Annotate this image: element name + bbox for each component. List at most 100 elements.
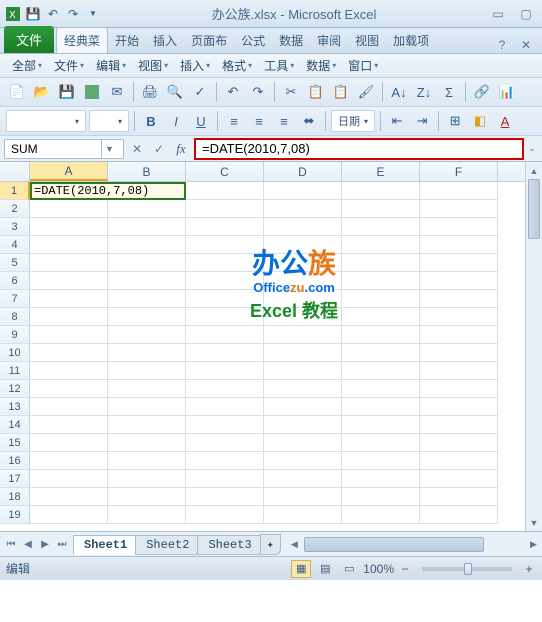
row-header-19[interactable]: 19 <box>0 506 30 524</box>
cell[interactable] <box>342 182 420 200</box>
menu-data[interactable]: 数据▾ <box>300 55 342 76</box>
cell[interactable] <box>30 200 108 218</box>
cell[interactable] <box>264 218 342 236</box>
row-header-7[interactable]: 7 <box>0 290 30 308</box>
cell[interactable] <box>186 344 264 362</box>
nav-last-icon[interactable]: ⏭ <box>54 536 70 552</box>
cell[interactable] <box>264 488 342 506</box>
sort-desc-icon[interactable]: Z↓ <box>413 81 435 103</box>
formula-expand-icon[interactable]: ⌄ <box>524 139 540 159</box>
cell[interactable] <box>420 218 498 236</box>
cell[interactable] <box>108 362 186 380</box>
cell[interactable] <box>342 362 420 380</box>
row-header-15[interactable]: 15 <box>0 434 30 452</box>
cell[interactable] <box>264 290 342 308</box>
cell[interactable] <box>30 290 108 308</box>
cell[interactable] <box>108 290 186 308</box>
cell[interactable] <box>420 308 498 326</box>
paste-icon[interactable]: 📋 <box>330 81 352 103</box>
scroll-up-icon[interactable]: ▲ <box>526 162 542 179</box>
cell[interactable] <box>420 254 498 272</box>
fx-icon[interactable]: fx <box>172 140 190 158</box>
new-icon[interactable]: 📄 <box>6 81 28 103</box>
cell[interactable] <box>186 362 264 380</box>
zoom-out-icon[interactable]: − <box>398 562 412 576</box>
sort-asc-icon[interactable]: A↓ <box>388 81 410 103</box>
tab-addins[interactable]: 加载项 <box>386 28 436 53</box>
cell[interactable] <box>186 308 264 326</box>
cell[interactable] <box>342 344 420 362</box>
new-sheet-icon[interactable]: ✦ <box>260 534 281 555</box>
cell[interactable] <box>342 470 420 488</box>
cell[interactable] <box>420 488 498 506</box>
accept-formula-icon[interactable]: ✓ <box>150 140 168 158</box>
cell[interactable] <box>420 452 498 470</box>
cell[interactable] <box>186 380 264 398</box>
cell[interactable] <box>342 488 420 506</box>
cell[interactable] <box>108 218 186 236</box>
cell[interactable] <box>186 218 264 236</box>
cell[interactable] <box>264 182 342 200</box>
row-header-13[interactable]: 13 <box>0 398 30 416</box>
menu-format[interactable]: 格式▾ <box>216 55 258 76</box>
cell[interactable] <box>264 380 342 398</box>
col-header-a[interactable]: A <box>30 162 108 181</box>
cell[interactable] <box>342 290 420 308</box>
cell[interactable] <box>264 236 342 254</box>
cell[interactable] <box>30 254 108 272</box>
page-break-view-icon[interactable]: ▭ <box>339 560 359 578</box>
col-header-d[interactable]: D <box>264 162 342 181</box>
cell[interactable] <box>264 254 342 272</box>
cell[interactable] <box>186 434 264 452</box>
cell[interactable] <box>186 290 264 308</box>
cell[interactable] <box>186 506 264 524</box>
sheet-tab-2[interactable]: Sheet2 <box>135 535 200 555</box>
cell[interactable] <box>420 416 498 434</box>
col-header-b[interactable]: B <box>108 162 186 181</box>
redo-icon[interactable]: ↷ <box>247 81 269 103</box>
sheet-tab-3[interactable]: Sheet3 <box>197 535 262 555</box>
font-size-selector[interactable]: ▾ <box>89 110 129 132</box>
indent-dec-icon[interactable]: ⇤ <box>386 110 408 132</box>
number-format-selector[interactable]: 日期▾ <box>331 110 375 132</box>
cell[interactable] <box>186 326 264 344</box>
cell[interactable] <box>186 272 264 290</box>
font-selector[interactable]: ▾ <box>6 110 86 132</box>
row-header-12[interactable]: 12 <box>0 380 30 398</box>
nav-next-icon[interactable]: ▶ <box>37 536 53 552</box>
row-header-10[interactable]: 10 <box>0 344 30 362</box>
cell[interactable] <box>108 200 186 218</box>
normal-view-icon[interactable]: ▦ <box>291 560 311 578</box>
minimize-button[interactable]: ▭ <box>486 6 510 22</box>
cell[interactable] <box>264 272 342 290</box>
menu-window[interactable]: 窗口▾ <box>342 55 384 76</box>
menu-tools[interactable]: 工具▾ <box>258 55 300 76</box>
vertical-scrollbar[interactable]: ▲ ▼ <box>525 162 542 531</box>
nav-first-icon[interactable]: ⏮ <box>3 536 19 552</box>
merge-icon[interactable]: ⬌ <box>298 110 320 132</box>
cell[interactable] <box>186 254 264 272</box>
cell[interactable] <box>30 326 108 344</box>
cell[interactable] <box>264 398 342 416</box>
cell[interactable] <box>264 308 342 326</box>
cell[interactable] <box>264 362 342 380</box>
cell[interactable] <box>30 452 108 470</box>
save-icon[interactable]: 💾 <box>56 81 78 103</box>
scroll-left-icon[interactable]: ◀ <box>286 536 303 553</box>
cell[interactable] <box>420 470 498 488</box>
italic-icon[interactable]: I <box>165 110 187 132</box>
cell[interactable] <box>342 452 420 470</box>
cell[interactable] <box>264 344 342 362</box>
name-box-dropdown-icon[interactable]: ▼ <box>101 139 117 159</box>
cell[interactable] <box>30 344 108 362</box>
cell[interactable] <box>30 236 108 254</box>
cell[interactable] <box>420 398 498 416</box>
menu-view[interactable]: 视图▾ <box>132 55 174 76</box>
undo-icon[interactable]: ↶ <box>222 81 244 103</box>
cell[interactable] <box>108 398 186 416</box>
cell[interactable] <box>264 200 342 218</box>
cell[interactable] <box>342 380 420 398</box>
cell[interactable] <box>108 416 186 434</box>
cell[interactable] <box>186 182 264 200</box>
tab-classic[interactable]: 经典菜 <box>56 27 108 53</box>
